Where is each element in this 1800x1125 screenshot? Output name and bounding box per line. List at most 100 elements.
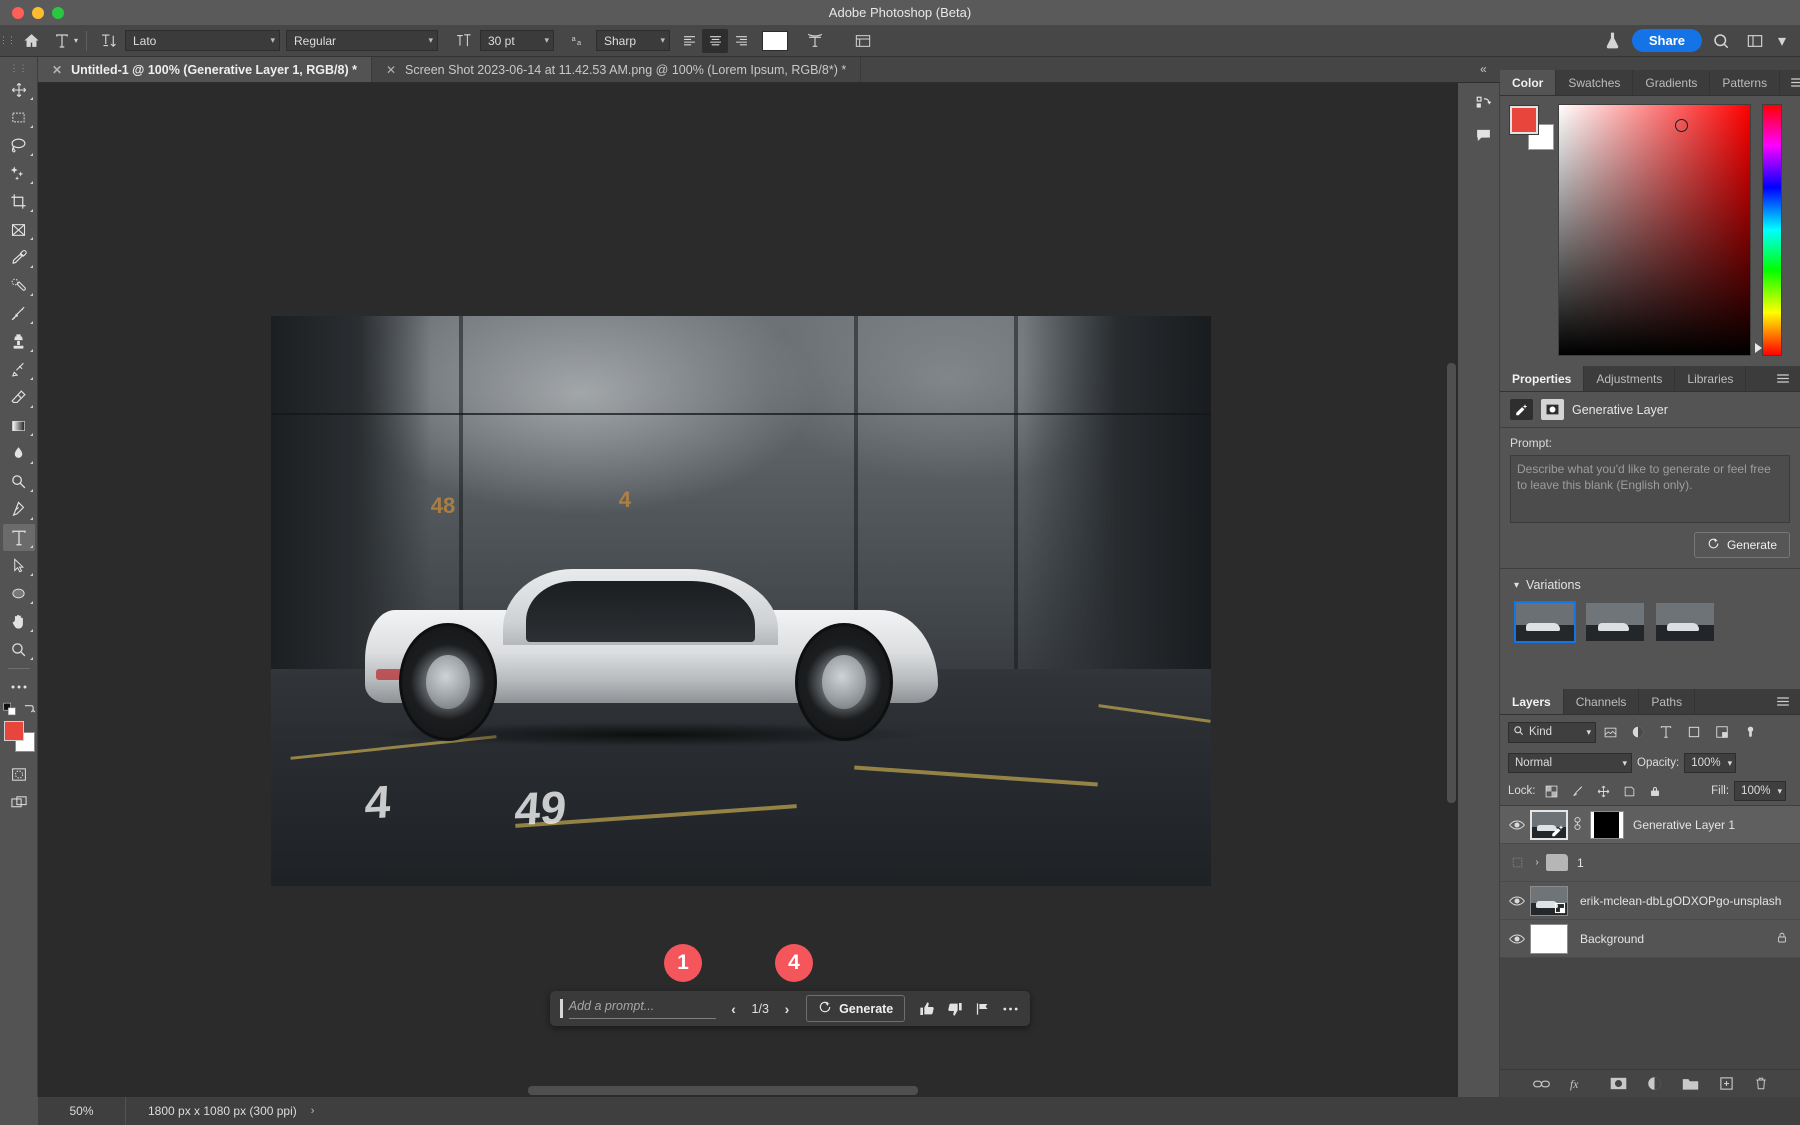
document-tab-2[interactable]: ✕ Screen Shot 2023-06-14 at 11.42.53 AM.…	[371, 57, 862, 82]
smart-object-layer-row[interactable]: erik-mclean-dbLgODXOPgo-unsplash	[1500, 882, 1800, 920]
spot-healing-brush-tool[interactable]	[3, 272, 35, 299]
swap-colors-icon[interactable]	[22, 701, 36, 715]
smart-object-filter-icon[interactable]	[1708, 721, 1736, 743]
tab-layers[interactable]: Layers	[1500, 689, 1564, 714]
align-center-button[interactable]	[702, 28, 728, 53]
share-button[interactable]: Share	[1631, 29, 1702, 52]
properties-generate-button[interactable]: Generate	[1693, 532, 1790, 558]
toolbar-grip[interactable]: ⋮⋮	[3, 61, 35, 75]
lock-artboard-icon[interactable]	[1619, 781, 1640, 801]
variation-thumb-2[interactable]	[1584, 601, 1646, 643]
hand-tool[interactable]	[3, 608, 35, 635]
character-panel-icon[interactable]	[846, 25, 880, 57]
pixel-filter-icon[interactable]	[1596, 721, 1624, 743]
dodge-tool[interactable]	[3, 468, 35, 495]
rectangular-marquee-tool[interactable]	[3, 104, 35, 131]
previous-variation-button[interactable]: ‹	[722, 1001, 744, 1017]
variations-section[interactable]: ▾ Variations	[1500, 568, 1800, 597]
variation-thumb-3[interactable]	[1654, 601, 1716, 643]
canvas-horizontal-scrollbar[interactable]	[528, 1086, 918, 1095]
link-layers-icon[interactable]	[1532, 1078, 1550, 1090]
color-field[interactable]	[1558, 104, 1751, 356]
options-bar-grip[interactable]: ⋮⋮	[0, 25, 16, 56]
panel-menu-icon[interactable]	[1780, 70, 1800, 95]
new-group-icon[interactable]	[1682, 1077, 1699, 1091]
thumbs-down-icon[interactable]	[941, 1001, 969, 1017]
quick-mask-icon[interactable]	[3, 761, 35, 788]
gradient-tool[interactable]	[3, 412, 35, 439]
screen-mode-icon[interactable]	[3, 789, 35, 816]
align-left-button[interactable]	[676, 29, 702, 53]
move-tool[interactable]	[3, 76, 35, 103]
close-icon[interactable]: ✕	[52, 63, 62, 77]
new-layer-icon[interactable]	[1719, 1076, 1734, 1091]
comments-icon[interactable]	[1470, 120, 1498, 150]
color-panel-foreground-swatch[interactable]	[1509, 105, 1539, 135]
tab-swatches[interactable]: Swatches	[1556, 70, 1634, 95]
layer-mask-thumbnail[interactable]	[1590, 810, 1624, 839]
align-right-button[interactable]	[728, 29, 754, 53]
search-icon[interactable]	[1706, 27, 1736, 55]
pen-tool[interactable]	[3, 496, 35, 523]
layer-visibility-icon[interactable]	[1504, 933, 1530, 945]
layer-thumbnail[interactable]	[1530, 809, 1568, 840]
clone-stamp-tool[interactable]	[3, 328, 35, 355]
lock-image-pixels-icon[interactable]	[1567, 781, 1588, 801]
path-selection-tool[interactable]	[3, 552, 35, 579]
edit-toolbar-tool[interactable]	[3, 673, 35, 700]
generative-layer-row[interactable]: Generative Layer 1	[1500, 806, 1800, 844]
blur-tool[interactable]	[3, 440, 35, 467]
delete-layer-icon[interactable]	[1754, 1076, 1768, 1091]
brush-tool[interactable]	[3, 300, 35, 327]
foreground-background-colors[interactable]	[2, 719, 36, 753]
tab-channels[interactable]: Channels	[1564, 689, 1640, 714]
tab-paths[interactable]: Paths	[1639, 689, 1696, 714]
font-family-select[interactable]: Lato ▾	[125, 30, 280, 51]
generative-layer-icon[interactable]	[1510, 399, 1533, 420]
fx-icon[interactable]: fx	[1570, 1077, 1590, 1091]
lock-position-icon[interactable]	[1593, 781, 1614, 801]
layer-thumbnail[interactable]	[1530, 885, 1568, 916]
tab-patterns[interactable]: Patterns	[1710, 70, 1781, 95]
chevron-right-icon[interactable]: ›	[311, 1105, 315, 1117]
close-icon[interactable]: ✕	[386, 63, 396, 77]
layer-name[interactable]: erik-mclean-dbLgODXOPgo-unsplash	[1580, 894, 1781, 908]
ellipse-tool[interactable]	[3, 580, 35, 607]
layer-name[interactable]: 1	[1577, 856, 1584, 870]
flag-icon[interactable]	[969, 1001, 997, 1017]
layer-visibility-icon[interactable]	[1504, 856, 1530, 869]
canvas-vertical-scrollbar[interactable]	[1447, 363, 1456, 803]
zoom-tool[interactable]	[3, 636, 35, 663]
group-expand-icon[interactable]: ›	[1530, 857, 1544, 868]
lock-all-icon[interactable]	[1645, 781, 1666, 801]
frame-tool[interactable]	[3, 216, 35, 243]
chevron-down-icon[interactable]: ▾	[1774, 27, 1790, 55]
chevron-down-icon[interactable]: ▾	[1514, 580, 1519, 591]
panel-menu-icon[interactable]	[1766, 366, 1800, 391]
tab-adjustments[interactable]: Adjustments	[1584, 366, 1676, 391]
type-tool-icon[interactable]: ▾	[48, 25, 82, 57]
layer-mask-icon[interactable]	[1541, 399, 1564, 420]
group-layer-row[interactable]: › 1	[1500, 844, 1800, 882]
gen-prompt-input[interactable]: Add a prompt...	[568, 999, 717, 1019]
hue-slider[interactable]	[1755, 104, 1782, 356]
canvas-area[interactable]: 48 4 4 49 Add a prompt... ‹ 1/3 › Genera…	[38, 83, 1458, 1097]
history-icon[interactable]	[1470, 89, 1498, 119]
layer-thumbnail[interactable]	[1530, 923, 1568, 954]
variation-thumb-1[interactable]	[1514, 601, 1576, 643]
eyedropper-tool[interactable]	[3, 244, 35, 271]
collapse-panels-icon[interactable]: «	[1480, 62, 1487, 76]
text-color-swatch[interactable]	[762, 30, 788, 51]
beta-flask-icon[interactable]	[1598, 27, 1628, 55]
lock-transparent-pixels-icon[interactable]	[1541, 781, 1562, 801]
adjustment-layer-icon[interactable]	[1647, 1076, 1662, 1091]
document-canvas[interactable]: 48 4 4 49	[271, 316, 1211, 886]
more-options-icon[interactable]	[996, 1006, 1024, 1012]
generative-taskbar[interactable]: Add a prompt... ‹ 1/3 › Generate	[550, 991, 1030, 1026]
opacity-field[interactable]: 100% ▾	[1684, 753, 1737, 773]
workspace-icon[interactable]	[1740, 27, 1770, 55]
fill-field[interactable]: 100% ▾	[1734, 781, 1786, 801]
anti-alias-select[interactable]: Sharp ▾	[596, 30, 670, 51]
panel-menu-icon[interactable]	[1766, 689, 1800, 714]
type-filter-icon[interactable]	[1652, 721, 1680, 743]
